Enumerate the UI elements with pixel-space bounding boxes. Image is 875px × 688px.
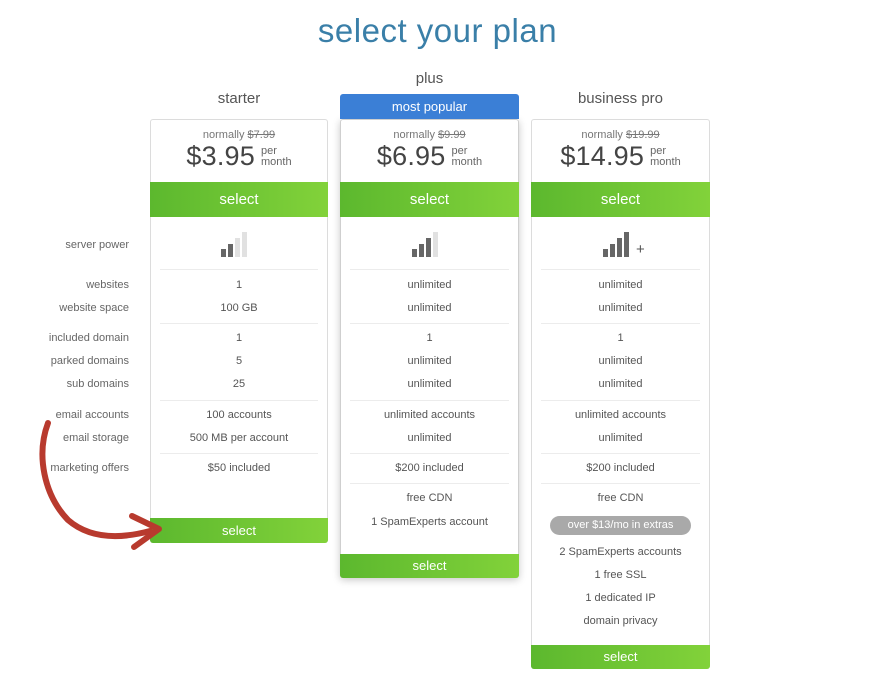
business-pro-domain-privacy: domain privacy (583, 615, 658, 627)
starter-marketing-offers: $50 included (207, 462, 271, 474)
plus-spamexperts: 1 SpamExperts account (371, 516, 488, 528)
original-price: $7.99 (247, 129, 276, 141)
business-pro-free-cdn: free CDN (597, 492, 644, 504)
plan-name-starter: starter (217, 90, 261, 107)
per-month: per month (451, 145, 483, 168)
label-website-space: website space (59, 302, 129, 314)
original-price: $9.99 (438, 129, 466, 141)
server-power-business-pro: + (603, 232, 645, 258)
server-power-bar (624, 232, 629, 257)
price-row-business-pro: $14.95 per month (531, 141, 710, 172)
most-popular-badge: most popular (340, 94, 519, 119)
plus-websites: unlimited (407, 279, 452, 291)
starter-website-space: 100 GB (220, 302, 258, 314)
starter-email-accounts: 100 accounts (206, 409, 272, 421)
business-pro-marketing-offers: $200 included (586, 462, 655, 474)
server-power-bar (412, 249, 417, 257)
per-month: per month (650, 145, 681, 168)
server-power-bar (419, 244, 424, 257)
business-pro-sub-domains: unlimited (598, 378, 643, 390)
original-price: $19.99 (625, 129, 660, 141)
starter-parked-domains: 5 (235, 355, 243, 367)
plus-free-cdn: free CDN (406, 492, 453, 504)
plus-email-storage: unlimited (407, 432, 452, 444)
select-button-plus[interactable]: select (340, 182, 519, 217)
label-sub-domains: sub domains (66, 378, 129, 390)
server-power-bar (235, 238, 240, 257)
starter-websites: 1 (235, 279, 243, 291)
business-pro-email-accounts: unlimited accounts (574, 409, 667, 421)
plus-parked-domains: unlimited (407, 355, 452, 367)
business-pro-website-space: unlimited (598, 302, 643, 314)
page-title: select your plan (317, 12, 558, 49)
starter-sub-domains: 25 (232, 378, 246, 390)
normal-price-business-pro: normally $19.99 (581, 129, 660, 141)
plan-name-business-pro: business pro (577, 90, 664, 107)
label-included-domain: included domain (48, 332, 129, 344)
price-row-starter: $3.95 per month (150, 141, 328, 172)
server-power-bar (603, 249, 608, 257)
server-power-bar (242, 232, 247, 257)
label-server-power: server power (65, 239, 129, 251)
select-button-business-pro[interactable]: select (531, 182, 710, 217)
starter-included-domain: 1 (235, 332, 243, 344)
price: $3.95 (186, 141, 255, 171)
extras-badge: over $13/mo in extras (550, 516, 691, 535)
normal-price-starter: normally $7.99 (202, 129, 276, 141)
annotation-arrow-icon (39, 420, 162, 550)
business-pro-parked-domains: unlimited (598, 355, 643, 367)
server-power-bar (221, 249, 226, 257)
label-parked-domains: parked domains (50, 355, 129, 367)
starter-email-storage: 500 MB per account (189, 432, 289, 444)
select-button-business-pro-bottom[interactable]: select (531, 645, 710, 669)
select-button-plus-bottom[interactable]: select (340, 554, 519, 578)
business-pro-included-domain: 1 (617, 332, 624, 344)
business-pro-email-storage: unlimited (598, 432, 643, 444)
select-button-starter-bottom[interactable]: select (150, 518, 328, 543)
plan-name-plus: plus (415, 70, 444, 87)
server-power-bar (610, 244, 615, 257)
server-power-bar (426, 238, 431, 257)
server-power-plus (412, 232, 440, 257)
plus-included-domain: 1 (426, 332, 433, 344)
per-month: per month (261, 145, 292, 168)
plus-email-accounts: unlimited accounts (383, 409, 476, 421)
label-websites: websites (86, 279, 129, 291)
business-pro-spamexperts: 2 SpamExperts accounts (559, 546, 682, 558)
business-pro-free-ssl: 1 free SSL (594, 569, 647, 581)
server-power-bar (228, 244, 233, 257)
price-row-plus: $6.95 per month (340, 141, 519, 172)
plus-website-space: unlimited (407, 302, 452, 314)
plus-marketing-offers: $200 included (395, 462, 464, 474)
select-button-starter[interactable]: select (150, 182, 328, 217)
server-power-bar (433, 232, 438, 257)
server-power-bar (617, 238, 622, 257)
plus-sub-domains: unlimited (407, 378, 452, 390)
business-pro-dedicated-ip: 1 dedicated IP (585, 592, 656, 604)
price: $14.95 (560, 141, 645, 171)
server-power-plus-icon: + (636, 241, 645, 258)
business-pro-websites: unlimited (598, 279, 643, 291)
normal-price-plus: normally $9.99 (393, 129, 466, 141)
server-power-starter (221, 232, 249, 257)
price: $6.95 (376, 141, 446, 171)
